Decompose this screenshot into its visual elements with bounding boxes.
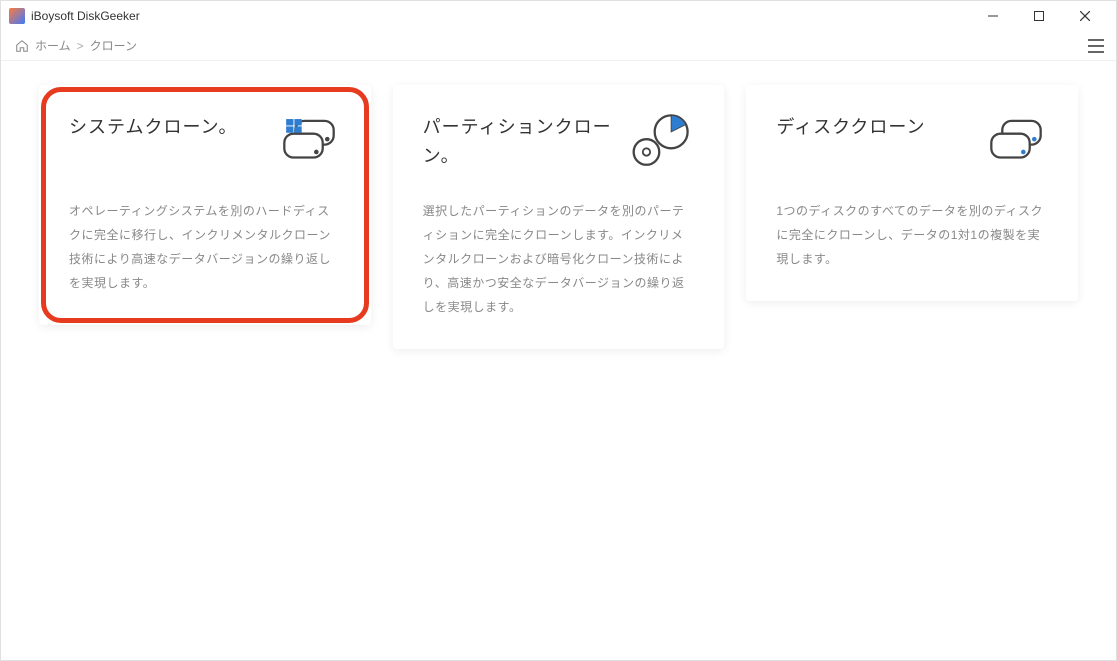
partition-clone-icon — [630, 113, 694, 169]
home-icon — [15, 39, 29, 53]
titlebar: iBoysoft DiskGeeker — [1, 1, 1116, 31]
card-description: 選択したパーティションのデータを別のパーティションに完全にクローンします。インク… — [423, 199, 695, 319]
card-header: ディスククローン — [776, 113, 1048, 177]
maximize-icon — [1034, 11, 1044, 21]
app-icon — [9, 8, 25, 24]
minimize-icon — [988, 11, 998, 21]
card-header: パーティションクローン。 — [423, 113, 695, 177]
breadcrumb-current: クローン — [88, 37, 139, 54]
window-title: iBoysoft DiskGeeker — [31, 9, 140, 23]
minimize-button[interactable] — [970, 1, 1016, 31]
menu-button[interactable] — [1088, 39, 1104, 53]
close-icon — [1080, 11, 1090, 21]
card-description: オペレーティングシステムを別のハードディスクに完全に移行し、インクリメンタルクロ… — [69, 199, 341, 295]
maximize-button[interactable] — [1016, 1, 1062, 31]
card-title: システムクローン。 — [69, 113, 237, 142]
breadcrumb: ホーム > クローン — [1, 31, 1116, 61]
card-title: パーティションクローン。 — [423, 113, 619, 171]
card-system-clone[interactable]: システムクローン。 オペレーティングシステムを別のハードディスクに完全に移行し、… — [39, 85, 371, 325]
card-description: 1つのディスクのすべてのデータを別のディスクに完全にクローンし、データの1対1の… — [776, 199, 1048, 271]
card-disk-clone[interactable]: ディスククローン 1つのディスクのすべてのデータを別のディスクに完全にクローンし… — [746, 85, 1078, 301]
content-area: システムクローン。 オペレーティングシステムを別のハードディスクに完全に移行し、… — [1, 61, 1116, 373]
card-title: ディスククローン — [776, 113, 925, 142]
disk-clone-icon — [984, 113, 1048, 169]
breadcrumb-home[interactable]: ホーム — [33, 37, 73, 54]
system-clone-icon — [277, 113, 341, 169]
card-header: システムクローン。 — [69, 113, 341, 177]
close-button[interactable] — [1062, 1, 1108, 31]
breadcrumb-separator: > — [73, 39, 88, 53]
window-controls — [970, 1, 1108, 31]
hamburger-icon — [1088, 39, 1104, 41]
card-partition-clone[interactable]: パーティションクローン。 選択したパーティションのデータを別のパーティションに完… — [393, 85, 725, 349]
